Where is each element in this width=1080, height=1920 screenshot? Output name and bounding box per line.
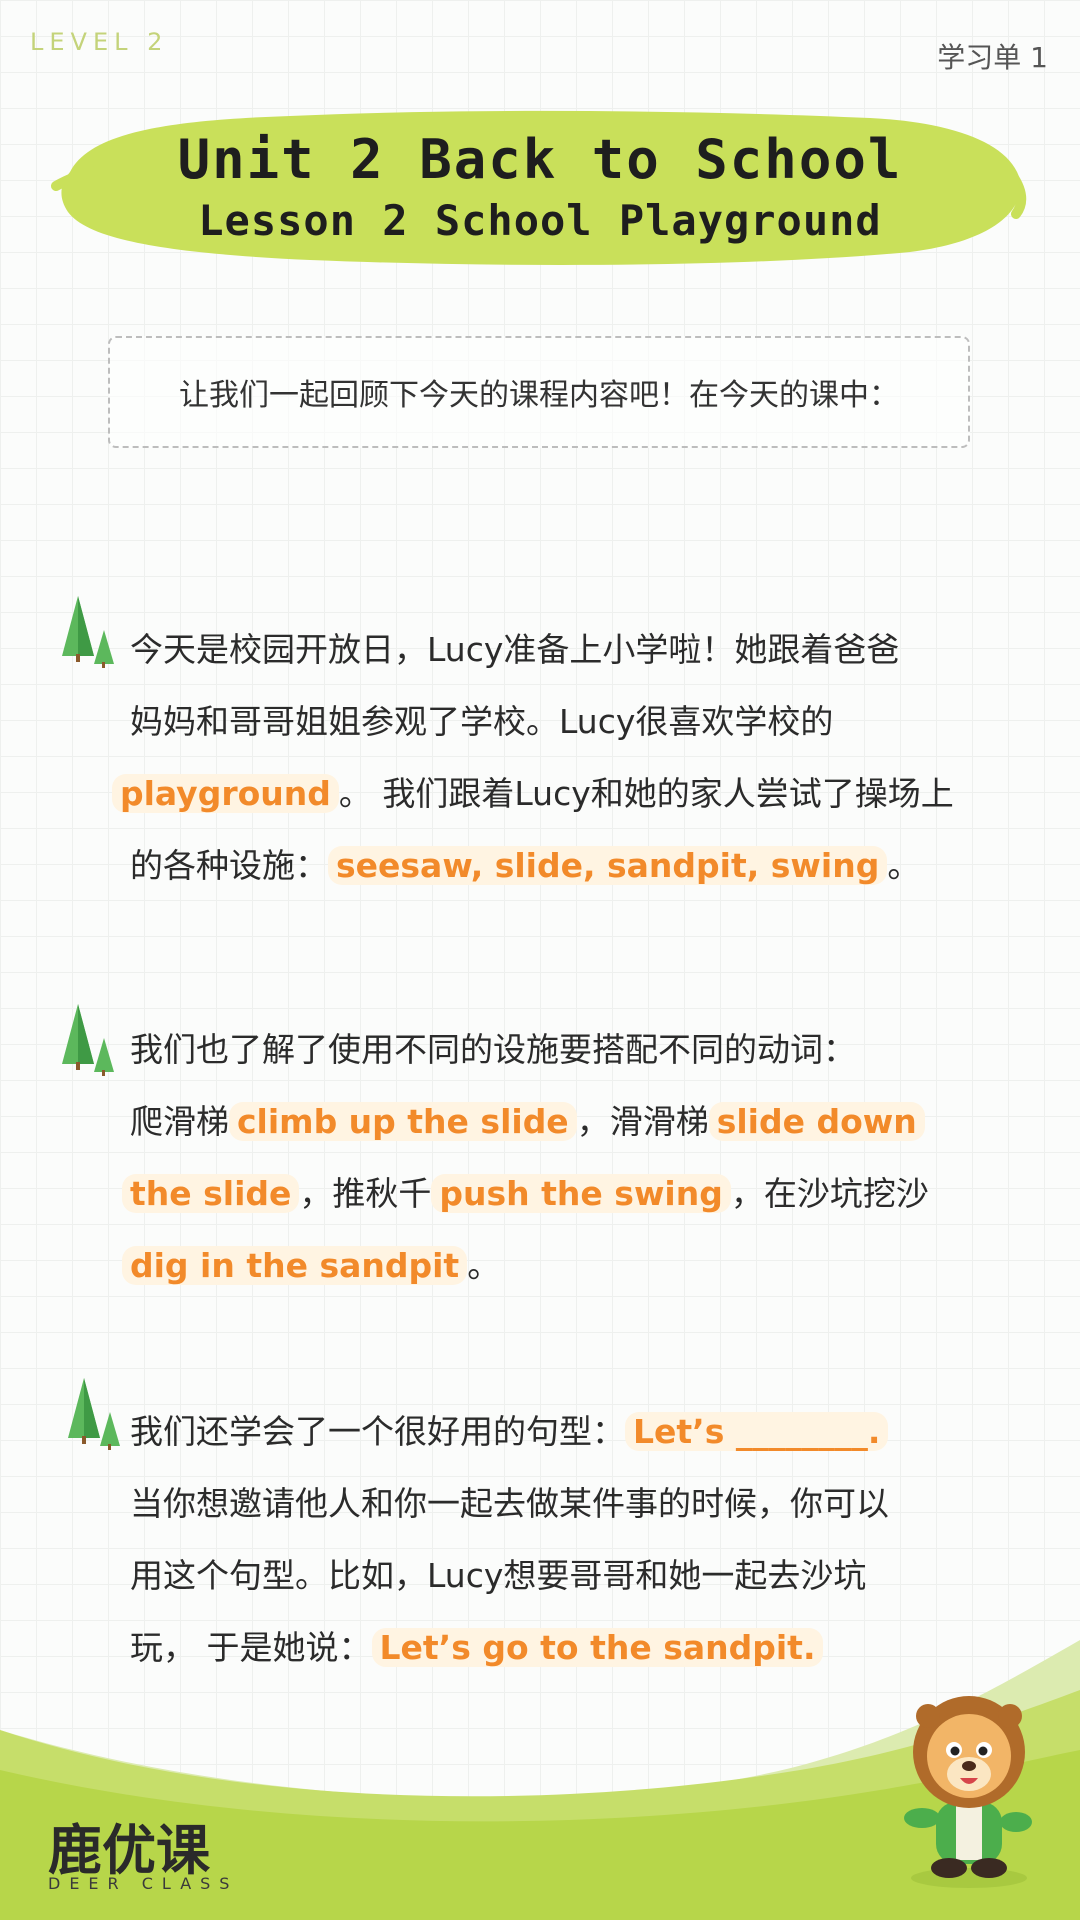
text-line: 爬滑梯 climb up the slide ，滑滑梯 slide down xyxy=(130,1086,990,1158)
text-line: dig in the sandpit。 xyxy=(122,1230,990,1302)
tree-icon xyxy=(62,1004,114,1076)
text-fragment: 。 xyxy=(467,1246,501,1285)
tree-icon xyxy=(62,596,114,668)
text-line: 用这个句型。比如，Lucy想要哥哥和她一起去沙坑 xyxy=(130,1556,867,1595)
text-line: 今天是校园开放日，Lucy准备上小学啦！她跟着爸爸 xyxy=(130,630,900,669)
text-line: the slide ，推秋千 push the swing ，在沙坑挖沙 xyxy=(122,1158,990,1230)
lion-mascot-icon xyxy=(904,1696,1032,1888)
text-fragment: 爬滑梯 xyxy=(130,1102,229,1141)
worksheet-label: 学习单 1 xyxy=(937,41,1048,74)
tree-icon xyxy=(68,1378,120,1450)
paragraph-verbs: 我们也了解了使用不同的设施要搭配不同的动词： 爬滑梯 climb up the s… xyxy=(122,1014,990,1302)
vocab-highlight: the slide xyxy=(122,1174,300,1213)
text-fragment: 。 我们跟着Lucy和她的家人尝试了操场上 xyxy=(338,774,954,813)
text-fragment: 我们还学会了一个很好用的句型： xyxy=(130,1412,625,1451)
vocab-highlight: slide down xyxy=(708,1102,925,1141)
text-fragment: 。 xyxy=(887,846,921,885)
vocab-highlight: climb up the slide xyxy=(229,1102,577,1141)
lesson-title: Lesson 2 School Playground xyxy=(198,196,882,245)
sentence-pattern-highlight: Let’s ________. xyxy=(625,1412,889,1451)
vocab-highlight: seesaw, slide, sandpit, swing xyxy=(328,846,888,885)
intro-text: 让我们一起回顾下今天的课程内容吧！在今天的课中： xyxy=(179,378,899,413)
text-line: 我们还学会了一个很好用的句型： Let’s ________. xyxy=(130,1396,990,1468)
text-line: 当你想邀请他人和你一起去做某件事的时候，你可以 xyxy=(130,1484,889,1523)
text-fragment: 的各种设施： xyxy=(130,846,328,885)
paragraph-playground: 今天是校园开放日，Lucy准备上小学啦！她跟着爸爸 妈妈和哥哥姐姐参观了学校。L… xyxy=(112,614,990,902)
text-fragment: ，推秋千 xyxy=(299,1174,432,1213)
text-line: 妈妈和哥哥姐姐参观了学校。Lucy很喜欢学校的 xyxy=(130,702,834,741)
text-fragment: ，滑滑梯 xyxy=(576,1102,709,1141)
brand-subtitle: DEER CLASS xyxy=(48,1874,239,1893)
text-line: 的各种设施： seesaw, slide, sandpit, swing。 xyxy=(130,830,990,902)
level-label: LEVEL 2 xyxy=(30,28,169,56)
text-line: 我们也了解了使用不同的设施要搭配不同的动词： xyxy=(130,1030,856,1069)
vocab-highlight: dig in the sandpit xyxy=(122,1246,468,1285)
unit-title: Unit 2 Back to School xyxy=(177,128,903,191)
text-fragment: ，在沙坑挖沙 xyxy=(730,1174,929,1213)
intro-box: 让我们一起回顾下今天的课程内容吧！在今天的课中： xyxy=(108,336,970,448)
vocab-highlight: push the swing xyxy=(431,1174,731,1213)
vocab-highlight: playground xyxy=(112,774,339,813)
text-line: playground。 我们跟着Lucy和她的家人尝试了操场上 xyxy=(112,758,990,830)
